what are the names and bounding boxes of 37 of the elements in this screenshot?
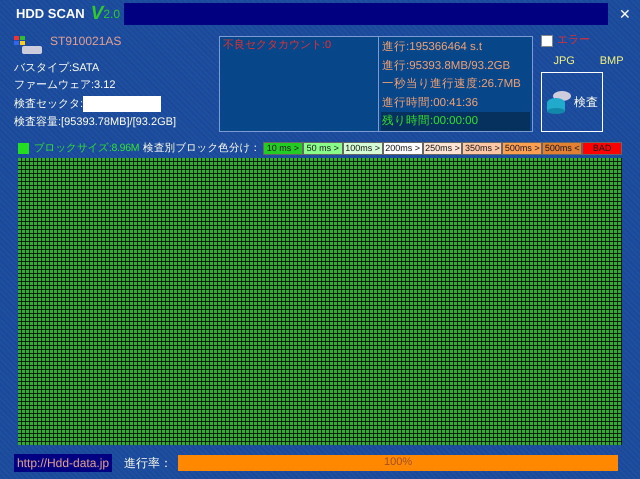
disk-stack-icon	[546, 89, 572, 116]
progress-stat: 一秒当り進行速度:26.7MB	[381, 76, 522, 92]
legend-item: 50 ms >	[302, 142, 343, 154]
progress-stat: 進行:95393.8MB/93.2GB	[381, 58, 512, 74]
drive-info-text: ファームウェア:3.12	[14, 79, 116, 92]
legend-item: 500ms <	[542, 142, 582, 154]
legend-item: 500ms >	[502, 142, 542, 154]
export-link[interactable]: BMP	[600, 55, 624, 68]
sector-label: 検査セックタ:	[14, 98, 84, 110]
drive-model: ST910021AS	[50, 34, 122, 48]
close-button[interactable]: ✕	[610, 6, 640, 22]
legend-item: BAD	[582, 142, 622, 154]
error-checkbox[interactable]	[541, 34, 553, 47]
progress-text: 100%	[382, 456, 414, 470]
website-link[interactable]: http://Hdd-data.jp	[14, 454, 112, 472]
error-label: エラー	[557, 34, 590, 48]
legend-item: 10 ms >	[262, 142, 303, 154]
legend-item: 100ms >	[342, 142, 383, 154]
progress-stat: 進行:195366464 s.t	[381, 40, 484, 55]
remaining-time: 残り時間:00:00:00	[381, 112, 530, 131]
bad-sector-count: 不良セクタカウント:0	[220, 37, 379, 131]
block-size-icon	[18, 142, 29, 154]
legend-title: 検査別ブロック色分け：	[143, 142, 261, 154]
progress-label: 進行率：	[124, 456, 172, 470]
sector-field[interactable]	[83, 96, 162, 112]
export-link[interactable]: JPG	[553, 55, 575, 68]
scan-button[interactable]: 検査	[541, 72, 603, 132]
legend-item: 250ms >	[422, 142, 462, 154]
block-size-text: ブロックサイズ:8.96M	[34, 142, 140, 154]
legend-item: 350ms >	[462, 142, 502, 154]
version-letter: V	[90, 2, 104, 26]
capacity-text: 検査容量:[95393.78MB]/[93.2GB]	[14, 116, 178, 130]
progress-stat: 進行時間:00:41:36	[381, 96, 479, 111]
app-title: HDD SCAN	[15, 6, 85, 22]
version-number: 2.0	[103, 6, 120, 22]
legend-item: 200ms >	[382, 142, 423, 154]
drive-info-text: バスタイプ:SATA	[14, 62, 100, 76]
